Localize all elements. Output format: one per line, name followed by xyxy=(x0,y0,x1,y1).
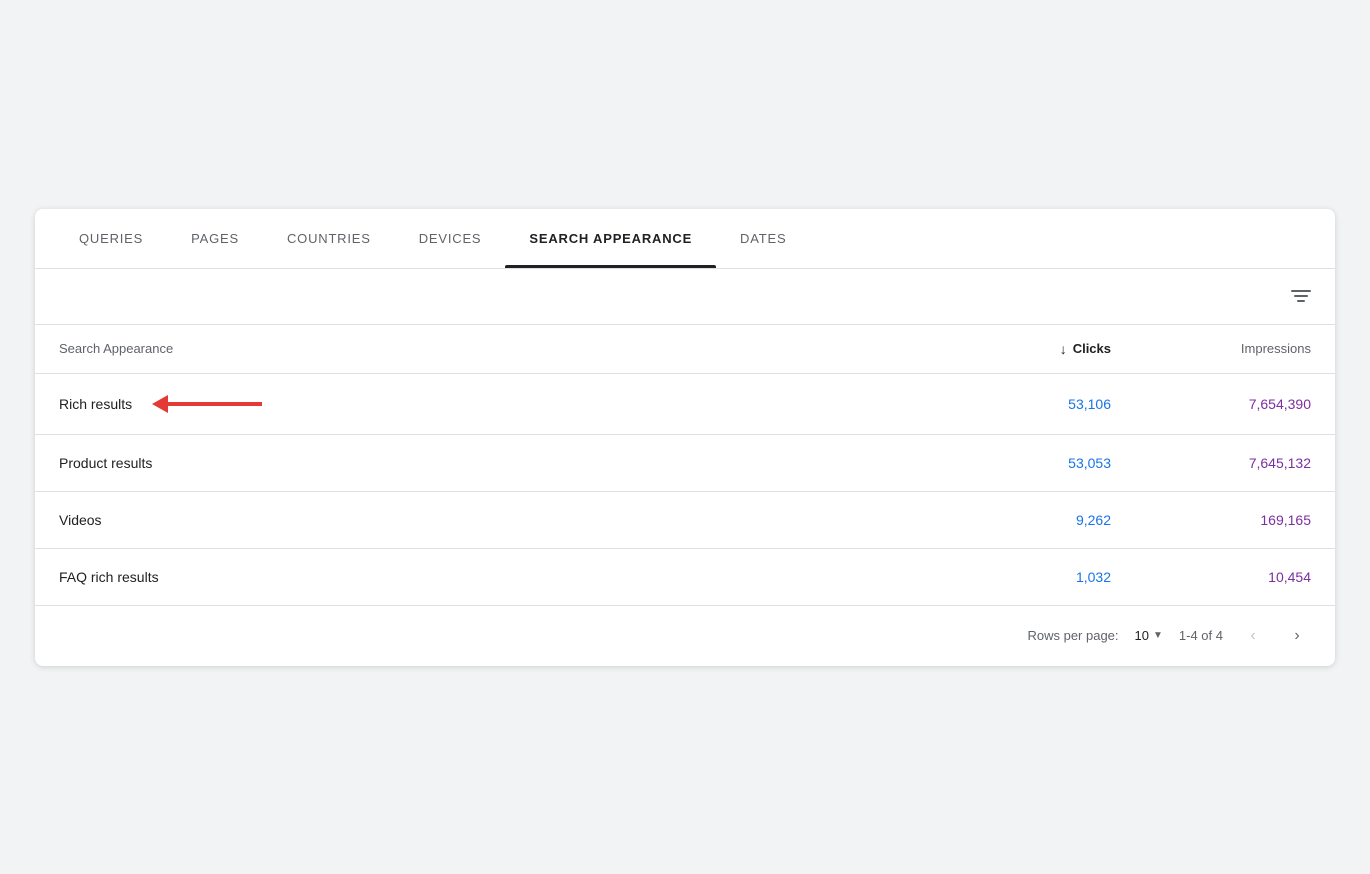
page-info: 1-4 of 4 xyxy=(1179,628,1223,643)
row-label-videos: Videos xyxy=(59,512,911,528)
pagination: Rows per page: 10 ▼ 1-4 of 4 ‹ › xyxy=(35,606,1335,666)
row-impressions-faq-rich-results: 10,454 xyxy=(1111,569,1311,585)
rows-dropdown-arrow-icon: ▼ xyxy=(1153,630,1163,641)
row-clicks-faq-rich-results: 1,032 xyxy=(911,569,1111,585)
row-clicks-videos: 9,262 xyxy=(911,512,1111,528)
prev-page-button[interactable]: ‹ xyxy=(1239,622,1267,650)
red-arrow-icon xyxy=(152,394,262,414)
table-row[interactable]: FAQ rich results 1,032 10,454 xyxy=(35,549,1335,606)
arrow-annotation xyxy=(152,394,262,414)
table-row[interactable]: Rich results 53,106 7,654,390 xyxy=(35,374,1335,435)
tab-pages[interactable]: PAGES xyxy=(167,209,263,268)
filter-bar xyxy=(35,269,1335,325)
rows-per-page-label: Rows per page: xyxy=(1027,628,1118,643)
table-header: Search Appearance ↓ Clicks Impressions xyxy=(35,325,1335,374)
filter-line-1 xyxy=(1291,290,1311,292)
next-page-button[interactable]: › xyxy=(1283,622,1311,650)
sort-arrow-icon: ↓ xyxy=(1060,341,1067,357)
tab-devices[interactable]: DEVICES xyxy=(395,209,506,268)
table-row[interactable]: Product results 53,053 7,645,132 xyxy=(35,435,1335,492)
filter-line-2 xyxy=(1294,295,1308,297)
row-clicks-rich-results: 53,106 xyxy=(911,396,1111,412)
row-label-rich-results: Rich results xyxy=(59,394,911,414)
filter-line-3 xyxy=(1297,300,1305,302)
tab-countries[interactable]: COUNTRIES xyxy=(263,209,395,268)
row-impressions-product-results: 7,645,132 xyxy=(1111,455,1311,471)
tab-dates[interactable]: DATES xyxy=(716,209,810,268)
row-impressions-videos: 169,165 xyxy=(1111,512,1311,528)
tab-search-appearance[interactable]: SEARCH APPEARANCE xyxy=(505,209,716,268)
col-header-clicks[interactable]: ↓ Clicks xyxy=(911,341,1111,357)
col-header-search-appearance: Search Appearance xyxy=(59,341,911,356)
row-label-product-results: Product results xyxy=(59,455,911,471)
filter-icon[interactable] xyxy=(1287,286,1315,306)
row-label-faq-rich-results: FAQ rich results xyxy=(59,569,911,585)
main-card: QUERIES PAGES COUNTRIES DEVICES SEARCH A… xyxy=(35,209,1335,666)
col-clicks-label: Clicks xyxy=(1073,341,1111,356)
table-row[interactable]: Videos 9,262 169,165 xyxy=(35,492,1335,549)
rows-per-page-select[interactable]: 10 ▼ xyxy=(1135,628,1163,643)
col-header-impressions[interactable]: Impressions xyxy=(1111,341,1311,356)
data-table: Search Appearance ↓ Clicks Impressions R… xyxy=(35,325,1335,666)
row-clicks-product-results: 53,053 xyxy=(911,455,1111,471)
row-impressions-rich-results: 7,654,390 xyxy=(1111,396,1311,412)
tab-navigation: QUERIES PAGES COUNTRIES DEVICES SEARCH A… xyxy=(35,209,1335,269)
tab-queries[interactable]: QUERIES xyxy=(55,209,167,268)
